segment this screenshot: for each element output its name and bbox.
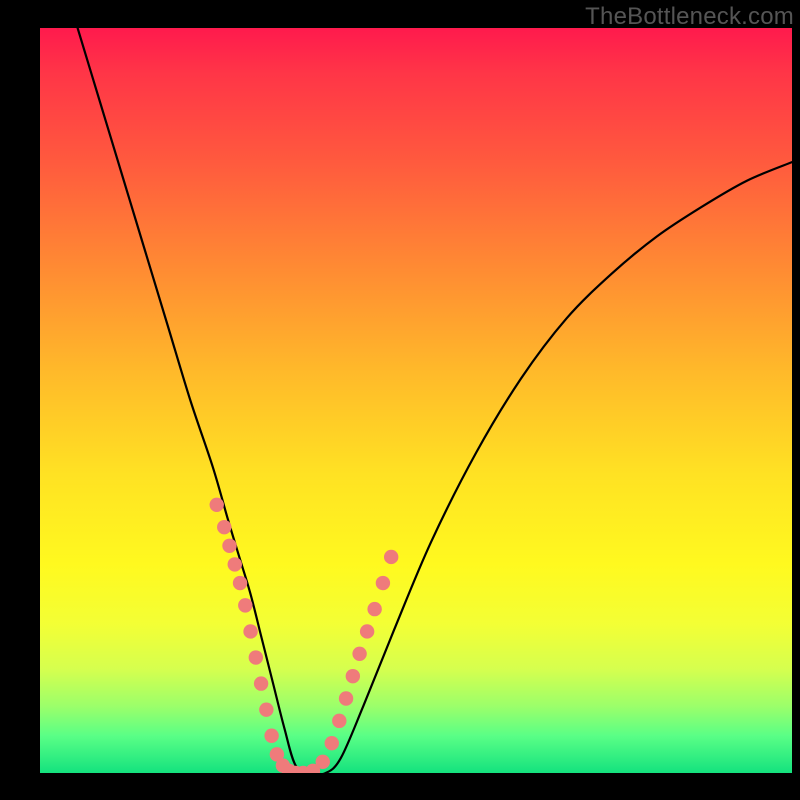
- curve-dot: [228, 557, 242, 571]
- curve-dot: [316, 755, 330, 769]
- curve-dot: [384, 550, 398, 564]
- curve-dot: [367, 602, 381, 616]
- plot-area: [40, 28, 792, 773]
- curve-dot: [352, 647, 366, 661]
- chart-frame: TheBottleneck.com: [0, 0, 800, 800]
- watermark: TheBottleneck.com: [585, 3, 794, 31]
- curve-dot: [217, 520, 231, 534]
- curve-dot: [243, 624, 257, 638]
- curve-svg: [40, 28, 792, 773]
- curve-dot: [238, 598, 252, 612]
- bottleneck-curve: [78, 28, 792, 773]
- curve-dot: [332, 714, 346, 728]
- curve-dot: [264, 729, 278, 743]
- curve-dot: [376, 576, 390, 590]
- curve-dot: [325, 736, 339, 750]
- curve-dot: [222, 539, 236, 553]
- curve-dot: [210, 498, 224, 512]
- curve-dot: [259, 702, 273, 716]
- curve-dot: [346, 669, 360, 683]
- curve-dot: [339, 691, 353, 705]
- curve-dot: [254, 676, 268, 690]
- curve-dot: [249, 650, 263, 664]
- curve-dots: [210, 498, 399, 773]
- curve-dot: [360, 624, 374, 638]
- curve-dot: [233, 576, 247, 590]
